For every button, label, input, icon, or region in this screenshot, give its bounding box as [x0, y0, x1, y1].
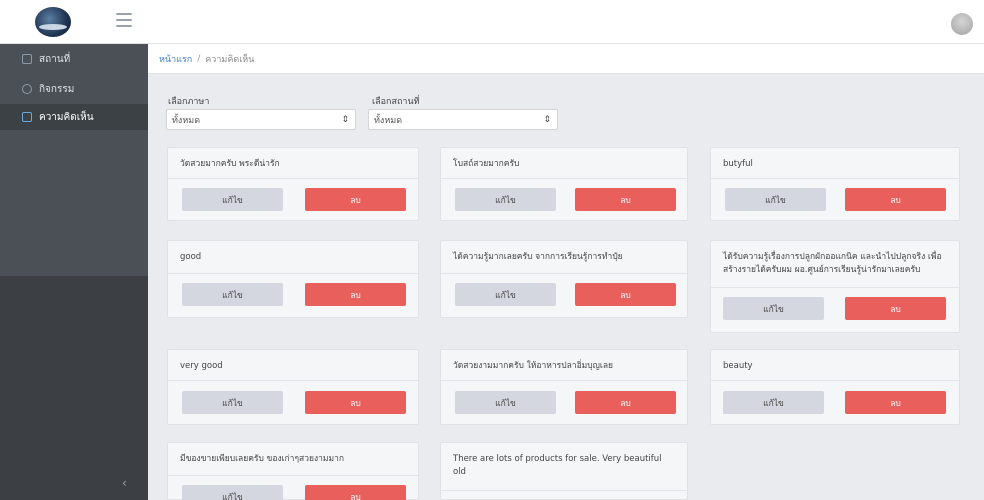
- sidebar-item-label: ความคิดเห็น: [39, 111, 94, 123]
- edit-button[interactable]: แก้ไข: [182, 188, 283, 211]
- card-divider: [168, 273, 418, 274]
- edit-button[interactable]: แก้ไข: [725, 188, 826, 211]
- comment-text: โบสถ์สวยมากครับ: [453, 159, 520, 169]
- sidebar-item-comments[interactable]: ความคิดเห็น: [0, 104, 148, 130]
- breadcrumb-current: ความคิดเห็น: [205, 54, 255, 65]
- comment-text: beauty: [723, 361, 753, 371]
- breadcrumb-separator: /: [197, 53, 201, 64]
- select-caret-icon: ⇕: [341, 115, 349, 125]
- comment-text: good: [180, 252, 202, 262]
- comment-card: ได้รับความรู้เรื่องการปลูกผักออแกนิค และ…: [710, 240, 960, 333]
- comment-card: butyful แก้ไข ลบ: [710, 147, 960, 221]
- delete-button[interactable]: ลบ: [305, 283, 406, 306]
- top-bar: [0, 0, 984, 44]
- card-divider: [441, 380, 687, 381]
- delete-button[interactable]: ลบ: [575, 283, 676, 306]
- comment-text: วัดสวยมากครับ พระดีน่ารัก: [180, 159, 280, 169]
- edit-button[interactable]: แก้ไข: [455, 188, 556, 211]
- edit-button[interactable]: แก้ไข: [723, 391, 824, 414]
- user-avatar[interactable]: [951, 13, 973, 35]
- comment-card: very good แก้ไข ลบ: [167, 349, 419, 425]
- delete-button[interactable]: ลบ: [845, 391, 946, 414]
- select-caret-icon: ⇕: [543, 115, 551, 125]
- breadcrumb: หน้าแรก / ความคิดเห็น: [148, 44, 984, 74]
- map-icon: [22, 54, 32, 64]
- place-select[interactable]: ทั้งหมด ⇕: [368, 109, 558, 130]
- comment-card: วัดสวยงามมากครับ ให้อาหารปลาอิ่มบุญเลย แ…: [440, 349, 688, 425]
- edit-button[interactable]: แก้ไข: [182, 283, 283, 306]
- delete-button[interactable]: ลบ: [845, 188, 946, 211]
- comment-card: โบสถ์สวยมากครับ แก้ไข ลบ: [440, 147, 688, 221]
- comment-icon: [22, 112, 32, 122]
- comment-card: beauty แก้ไข ลบ: [710, 349, 960, 425]
- delete-button[interactable]: ลบ: [305, 391, 406, 414]
- card-divider: [711, 380, 959, 381]
- edit-button[interactable]: แก้ไข: [455, 391, 556, 414]
- comment-text: มีของขายเพียบเลยครับ ของเก่าๆสวยงามมาก: [180, 454, 345, 464]
- delete-button[interactable]: ลบ: [305, 188, 406, 211]
- comment-card: วัดสวยมากครับ พระดีน่ารัก แก้ไข ลบ: [167, 147, 419, 221]
- comment-text: วัดสวยงามมากครับ ให้อาหารปลาอิ่มบุญเลย: [453, 361, 614, 371]
- comment-card: good แก้ไข ลบ: [167, 240, 419, 318]
- card-divider: [168, 380, 418, 381]
- language-filter-label: เลือกภาษา: [168, 97, 210, 107]
- card-divider: [168, 178, 418, 179]
- edit-button[interactable]: แก้ไข: [182, 391, 283, 414]
- card-divider: [441, 490, 687, 491]
- language-select[interactable]: ทั้งหมด ⇕: [166, 109, 356, 130]
- comment-text: very good: [180, 361, 223, 371]
- comment-card: There are lots of products for sale. Ver…: [440, 442, 688, 500]
- comment-card: มีของขายเพียบเลยครับ ของเก่าๆสวยงามมาก แ…: [167, 442, 419, 500]
- comment-card: ได้ความรู้มากเลยครับ จากการเรียนรู้การทำ…: [440, 240, 688, 318]
- card-divider: [441, 273, 687, 274]
- menu-toggle-icon[interactable]: [116, 13, 132, 27]
- language-select-value: ทั้งหมด: [172, 115, 201, 126]
- card-divider: [168, 475, 418, 476]
- edit-button[interactable]: แก้ไข: [182, 485, 283, 500]
- sidebar-item-places[interactable]: สถานที่: [0, 46, 148, 72]
- delete-button[interactable]: ลบ: [575, 188, 676, 211]
- app-logo[interactable]: [35, 7, 71, 37]
- delete-button[interactable]: ลบ: [845, 297, 946, 320]
- delete-button[interactable]: ลบ: [575, 391, 676, 414]
- card-divider: [441, 178, 687, 179]
- breadcrumb-home-link[interactable]: หน้าแรก: [159, 52, 192, 66]
- comment-text: ได้ความรู้มากเลยครับ จากการเรียนรู้การทำ…: [453, 252, 623, 262]
- edit-button[interactable]: แก้ไข: [455, 283, 556, 306]
- delete-button[interactable]: ลบ: [305, 485, 406, 500]
- sidebar-item-label: กิจกรรม: [39, 83, 75, 95]
- comment-text: butyful: [723, 159, 753, 169]
- edit-button[interactable]: แก้ไข: [723, 297, 824, 320]
- card-divider: [711, 178, 959, 179]
- sidebar-item-activities[interactable]: กิจกรรม: [0, 76, 148, 102]
- sidebar: สถานที่ กิจกรรม ความคิดเห็น ‹: [0, 44, 148, 500]
- comment-text: There are lots of products for sale. Ver…: [453, 454, 662, 477]
- place-select-value: ทั้งหมด: [374, 115, 403, 126]
- activity-icon: [22, 84, 32, 94]
- card-divider: [711, 287, 959, 288]
- comment-text: ได้รับความรู้เรื่องการปลูกผักออแกนิค และ…: [723, 252, 942, 275]
- collapse-sidebar-icon[interactable]: ‹: [122, 476, 127, 490]
- place-filter-label: เลือกสถานที่: [372, 97, 420, 107]
- sidebar-item-label: สถานที่: [39, 53, 71, 65]
